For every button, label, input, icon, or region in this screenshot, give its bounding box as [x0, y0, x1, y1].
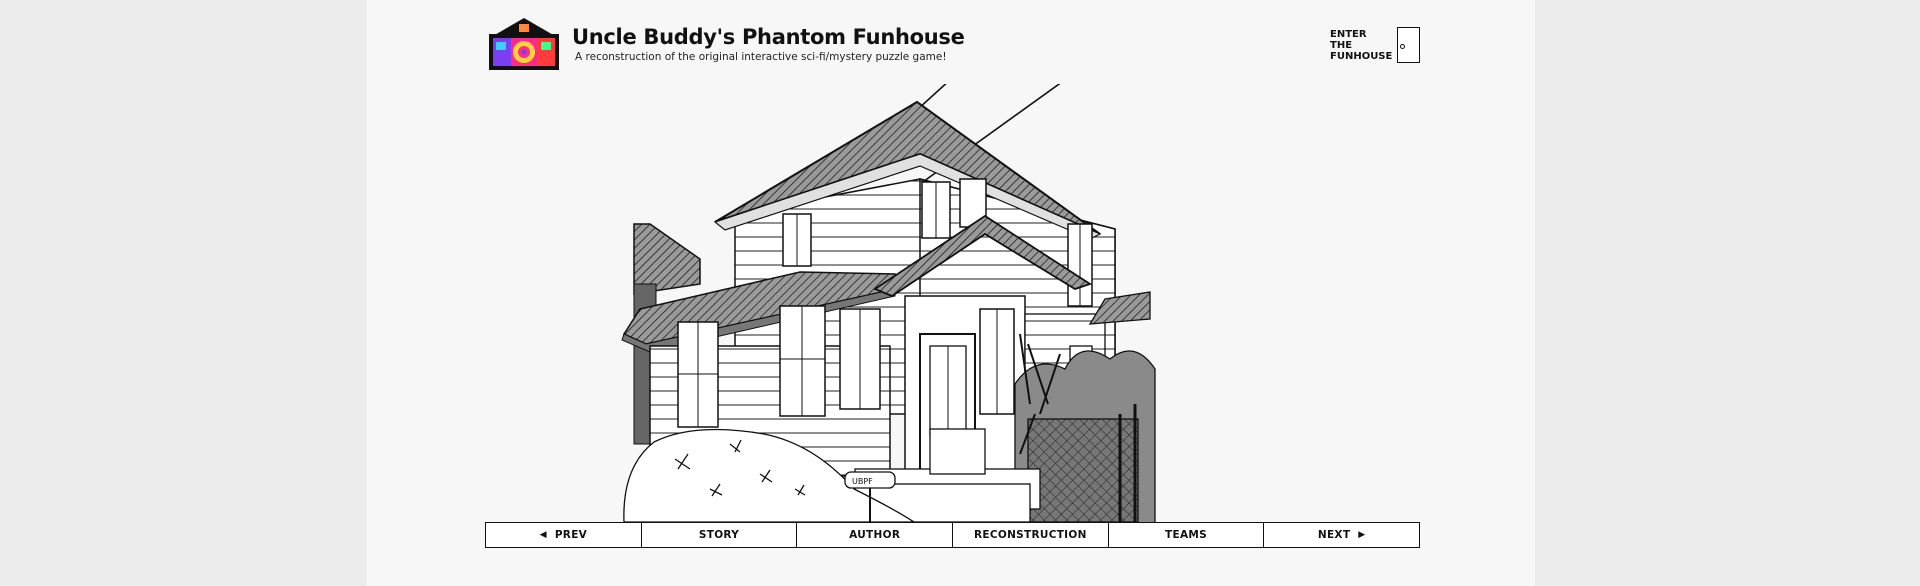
enter-funhouse-button[interactable]: ENTER THE FUNHOUSE	[1330, 26, 1420, 64]
prev-button[interactable]: ◀ PREV	[486, 523, 642, 547]
story-button[interactable]: STORY	[642, 523, 798, 547]
author-button[interactable]: AUTHOR	[797, 523, 954, 547]
enter-funhouse-label: ENTER THE FUNHOUSE	[1330, 28, 1393, 62]
triangle-left-icon: ◀	[539, 530, 547, 540]
door-icon	[1397, 27, 1420, 63]
author-label: AUTHOR	[849, 529, 901, 541]
house-illustration: UBPF	[621, 84, 1156, 522]
mailbox-text: UBPF	[852, 477, 873, 486]
teams-button[interactable]: TEAMS	[1109, 523, 1265, 547]
teams-label: TEAMS	[1165, 529, 1208, 541]
triangle-right-icon: ▶	[1358, 530, 1366, 540]
next-label: NEXT	[1317, 529, 1351, 541]
door-knob	[1400, 44, 1405, 49]
prev-label: PREV	[554, 529, 588, 541]
reconstruction-label: RECONSTRUCTION	[974, 529, 1087, 541]
bottom-nav: ◀ PREV STORY AUTHOR RECONSTRUCTION TEAMS…	[485, 522, 1420, 548]
funhouse-logo-icon[interactable]	[485, 16, 563, 72]
next-button[interactable]: NEXT ▶	[1264, 523, 1419, 547]
site-title: Uncle Buddy's Phantom Funhouse	[572, 25, 965, 49]
site-subtitle: A reconstruction of the original interac…	[575, 51, 947, 63]
site-header: Uncle Buddy's Phantom Funhouse A reconst…	[485, 16, 1420, 76]
story-label: STORY	[698, 529, 740, 541]
reconstruction-button[interactable]: RECONSTRUCTION	[953, 523, 1109, 547]
